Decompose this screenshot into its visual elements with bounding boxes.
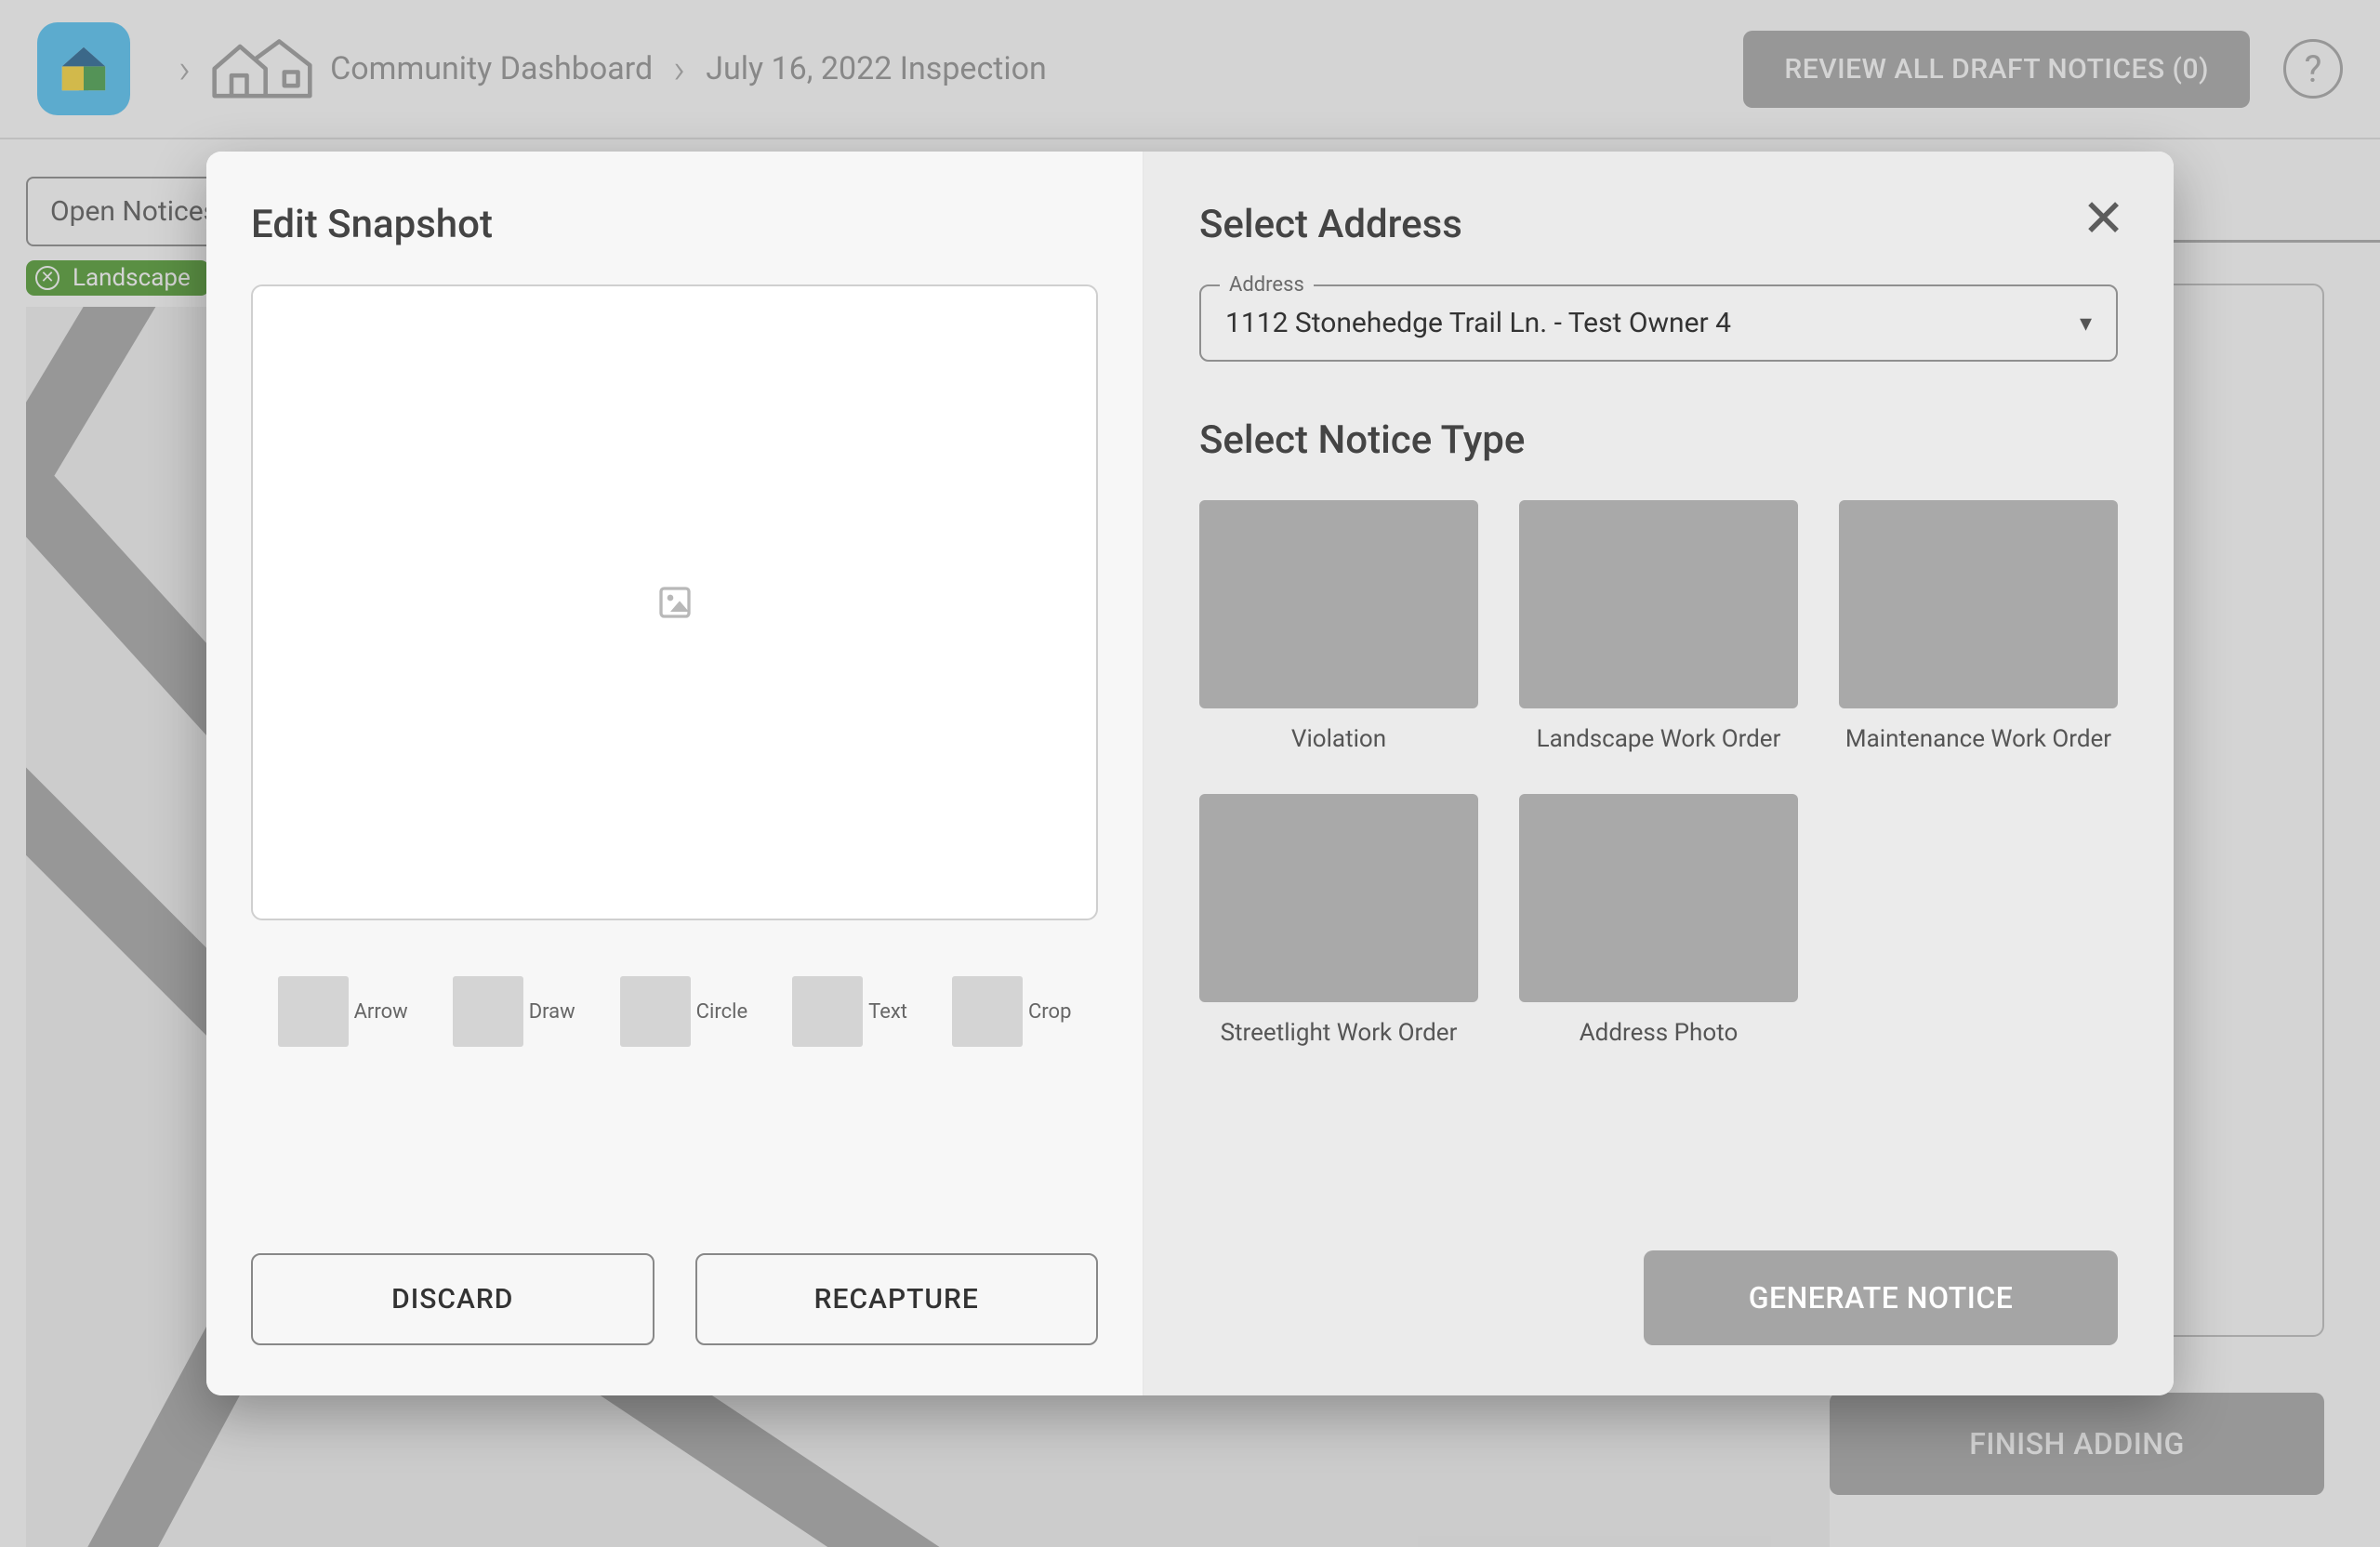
modal-right-pane: Select Address Address 1112 Stonehedge T… [1144,152,2174,1395]
notice-type-landscape[interactable]: Landscape Work Order [1519,500,1798,753]
address-select[interactable]: Address 1112 Stonehedge Trail Ln. - Test… [1199,284,2118,362]
chevron-down-icon: ▾ [2080,310,2092,337]
notice-type-label: Maintenance Work Order [1845,725,2111,753]
notice-type-maintenance[interactable]: Maintenance Work Order [1839,500,2118,753]
address-legend: Address [1220,273,1314,297]
tool-label: Text [868,1000,907,1024]
notice-type-violation[interactable]: Violation [1199,500,1478,753]
notice-type-label: Landscape Work Order [1537,725,1781,753]
discard-button[interactable]: DISCARD [251,1253,654,1345]
annotation-tools: Arrow Draw Circle Text Crop [251,976,1098,1047]
image-placeholder-icon [656,584,694,621]
notice-type-address-photo[interactable]: Address Photo [1519,794,1798,1047]
select-address-title: Select Address [1199,202,2118,247]
tool-circle[interactable]: Circle [620,976,747,1047]
edit-snapshot-modal: ✕ Edit Snapshot Arrow Draw Circle Text C… [206,152,2174,1395]
tool-label: Draw [529,1000,575,1024]
tool-label: Arrow [354,1000,408,1024]
select-notice-type-title: Select Notice Type [1199,417,2118,463]
notice-type-streetlight[interactable]: Streetlight Work Order [1199,794,1478,1047]
snapshot-buttons: DISCARD RECAPTURE [251,1253,1098,1345]
edit-snapshot-title: Edit Snapshot [251,202,1098,247]
tool-label: Crop [1028,1000,1071,1024]
recapture-button[interactable]: RECAPTURE [695,1253,1099,1345]
notice-type-label: Streetlight Work Order [1221,1019,1458,1047]
tool-crop[interactable]: Crop [952,976,1071,1047]
notice-type-grid: Violation Landscape Work Order Maintenan… [1199,500,2118,1047]
snapshot-canvas[interactable] [251,284,1098,920]
generate-notice-button[interactable]: GENERATE NOTICE [1644,1250,2118,1345]
tool-arrow[interactable]: Arrow [278,976,408,1047]
tool-draw[interactable]: Draw [453,976,575,1047]
modal-overlay: ✕ Edit Snapshot Arrow Draw Circle Text C… [0,0,2380,1547]
modal-left-pane: Edit Snapshot Arrow Draw Circle Text Cro… [206,152,1144,1395]
tool-text[interactable]: Text [792,976,907,1047]
notice-type-label: Address Photo [1580,1019,1739,1047]
address-value: 1112 Stonehedge Trail Ln. - Test Owner 4 [1225,307,1731,339]
notice-type-label: Violation [1291,725,1386,753]
close-icon[interactable]: ✕ [2082,192,2125,245]
tool-label: Circle [696,1000,747,1024]
